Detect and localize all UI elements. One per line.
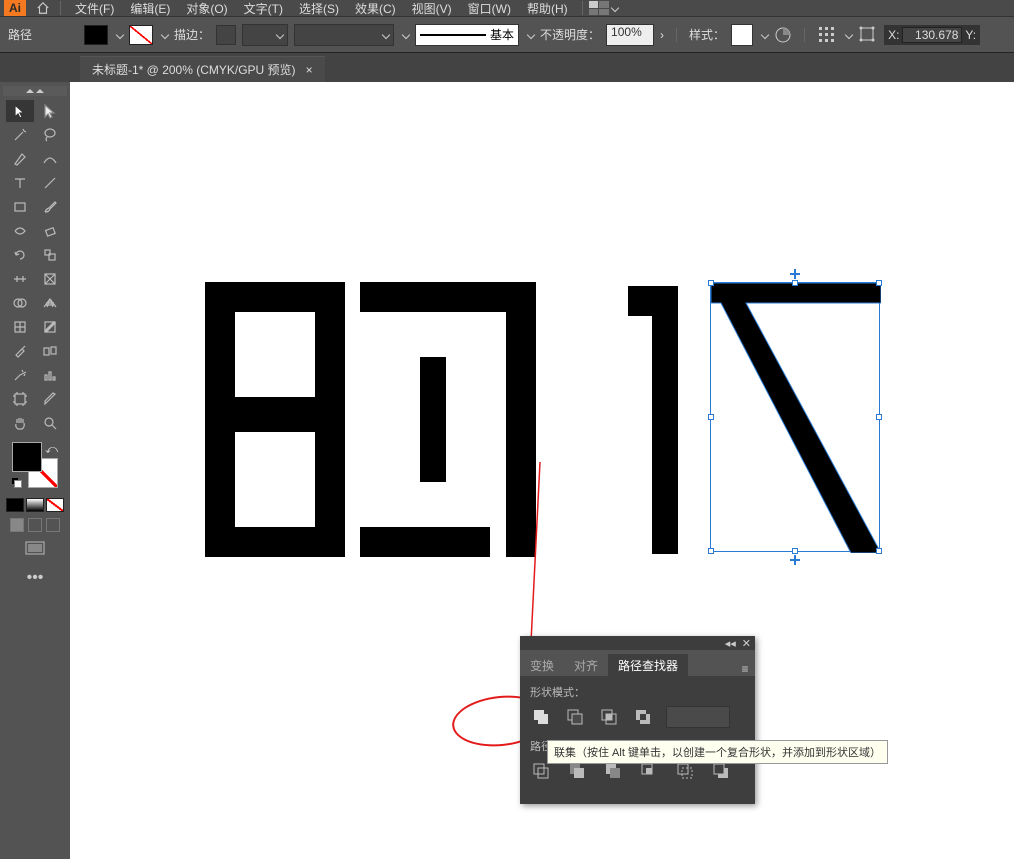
stroke-label: 描边：: [174, 26, 210, 43]
menu-file[interactable]: 文件(F): [67, 0, 122, 17]
menu-window[interactable]: 窗口(W): [460, 0, 519, 17]
shape-builder-tool[interactable]: [6, 292, 34, 314]
canvas[interactable]: ◂◂ ✕ 变换 对齐 路径查找器 ≡ 形状模式： 路径查找器：: [70, 82, 1014, 859]
stroke-preset-dropdown[interactable]: 基本: [415, 24, 519, 46]
arrange-icon[interactable]: [589, 1, 609, 15]
style-swatch[interactable]: [731, 24, 753, 46]
paintbrush-tool[interactable]: [36, 196, 64, 218]
artwork-shape-3: [628, 286, 678, 554]
selection-tool[interactable]: [6, 100, 34, 122]
document-tab[interactable]: 未标题-1* @ 200% (CMYK/GPU 预览) ×: [80, 56, 325, 82]
magic-wand-tool[interactable]: [6, 124, 34, 146]
width-tool[interactable]: [6, 268, 34, 290]
screen-mode-icon[interactable]: [24, 540, 46, 559]
app-logo: Ai: [4, 0, 26, 16]
menu-bar: Ai 文件(F) 编辑(E) 对象(O) 文字(T) 选择(S) 效果(C) 视…: [0, 0, 1014, 16]
close-icon[interactable]: ×: [306, 63, 313, 77]
draw-normal-icon[interactable]: [10, 518, 24, 532]
column-graph-tool[interactable]: [36, 364, 64, 386]
slice-tool[interactable]: [36, 388, 64, 410]
perspective-grid-tool[interactable]: [36, 292, 64, 314]
fill-stroke-control[interactable]: ⤺: [10, 440, 60, 490]
eraser-tool[interactable]: [36, 220, 64, 242]
style-label: 样式：: [689, 26, 725, 43]
pen-tool[interactable]: [6, 148, 34, 170]
rectangle-tool[interactable]: [6, 196, 34, 218]
scale-tool[interactable]: [36, 244, 64, 266]
panel-menu-icon[interactable]: ≡: [735, 662, 755, 676]
panel-close-icon[interactable]: ✕: [742, 637, 751, 650]
brush-dropdown[interactable]: [294, 24, 394, 46]
home-icon[interactable]: [32, 0, 54, 16]
edit-toolbar-icon[interactable]: •••: [27, 569, 44, 587]
artwork-shape-2: [360, 282, 536, 557]
symbol-sprayer-tool[interactable]: [6, 364, 34, 386]
align-icon[interactable]: [817, 25, 837, 45]
lasso-tool[interactable]: [36, 124, 64, 146]
rotate-tool[interactable]: [6, 244, 34, 266]
document-tabstrip: 未标题-1* @ 200% (CMYK/GPU 预览) ×: [0, 52, 1014, 82]
document-title: 未标题-1* @ 200% (CMYK/GPU 预览): [92, 61, 296, 78]
type-tool[interactable]: [6, 172, 34, 194]
swap-icon[interactable]: ⤺: [45, 442, 58, 457]
recolor-icon[interactable]: [774, 26, 792, 44]
selection-bounding-box[interactable]: [710, 282, 880, 552]
panel-collapse-icon[interactable]: ◂◂: [725, 637, 736, 650]
menu-effect[interactable]: 效果(C): [347, 0, 404, 17]
menu-view[interactable]: 视图(V): [404, 0, 460, 17]
menu-help[interactable]: 帮助(H): [519, 0, 576, 17]
draw-inside-icon[interactable]: [46, 518, 60, 532]
blend-tool[interactable]: [36, 340, 64, 362]
tab-pathfinder[interactable]: 路径查找器: [608, 654, 688, 676]
minus-front-button[interactable]: [564, 706, 586, 728]
transform-icon[interactable]: [858, 25, 878, 45]
draw-behind-icon[interactable]: [28, 518, 42, 532]
stroke-profile-dropdown[interactable]: [242, 24, 288, 46]
expand-button[interactable]: [666, 706, 730, 728]
color-mode-icon[interactable]: [6, 498, 24, 512]
direct-selection-tool[interactable]: [36, 100, 64, 122]
zoom-tool[interactable]: [36, 412, 64, 434]
tooltip: 联集（按住 Alt 键单击，以创建一个复合形状，并添加到形状区域）: [547, 740, 888, 764]
eyedropper-tool[interactable]: [6, 340, 34, 362]
artboard-tool[interactable]: [6, 388, 34, 410]
menu-select[interactable]: 选择(S): [291, 0, 347, 17]
panel-collapse-toggle[interactable]: [3, 86, 67, 96]
mesh-tool[interactable]: [6, 316, 34, 338]
tools-panel: ⤺ •••: [0, 82, 70, 859]
pathfinder-panel: ◂◂ ✕ 变换 对齐 路径查找器 ≡ 形状模式： 路径查找器：: [520, 636, 755, 804]
opacity-label: 不透明度：: [540, 26, 600, 43]
opacity-input[interactable]: 100%: [606, 24, 654, 46]
default-colors-icon[interactable]: [12, 478, 22, 488]
unite-button[interactable]: [530, 706, 552, 728]
options-bar: 路径 描边： 基本 不透明度： 100% › 样式： X:130.678 Y:: [0, 16, 1014, 52]
x-value[interactable]: 130.678: [902, 27, 962, 43]
fill-color[interactable]: [12, 442, 42, 472]
menu-edit[interactable]: 编辑(E): [122, 0, 178, 17]
none-mode-icon[interactable]: [46, 498, 64, 512]
gradient-tool[interactable]: [36, 316, 64, 338]
free-transform-tool[interactable]: [36, 268, 64, 290]
shaper-tool[interactable]: [6, 220, 34, 242]
intersect-button[interactable]: [598, 706, 620, 728]
curvature-tool[interactable]: [36, 148, 64, 170]
tab-align[interactable]: 对齐: [564, 654, 608, 676]
stroke-swatch[interactable]: [129, 25, 153, 45]
menu-type[interactable]: 文字(T): [236, 0, 291, 17]
hand-tool[interactable]: [6, 412, 34, 434]
stroke-weight-input[interactable]: [216, 25, 236, 45]
menu-object[interactable]: 对象(O): [178, 0, 235, 17]
selection-type-label: 路径: [8, 26, 32, 43]
exclude-button[interactable]: [632, 706, 654, 728]
shape-modes-label: 形状模式：: [530, 684, 745, 700]
gradient-mode-icon[interactable]: [26, 498, 44, 512]
fill-swatch[interactable]: [84, 25, 108, 45]
line-tool[interactable]: [36, 172, 64, 194]
xy-readout: X:130.678 Y:: [884, 25, 980, 45]
tab-transform[interactable]: 变换: [520, 654, 564, 676]
